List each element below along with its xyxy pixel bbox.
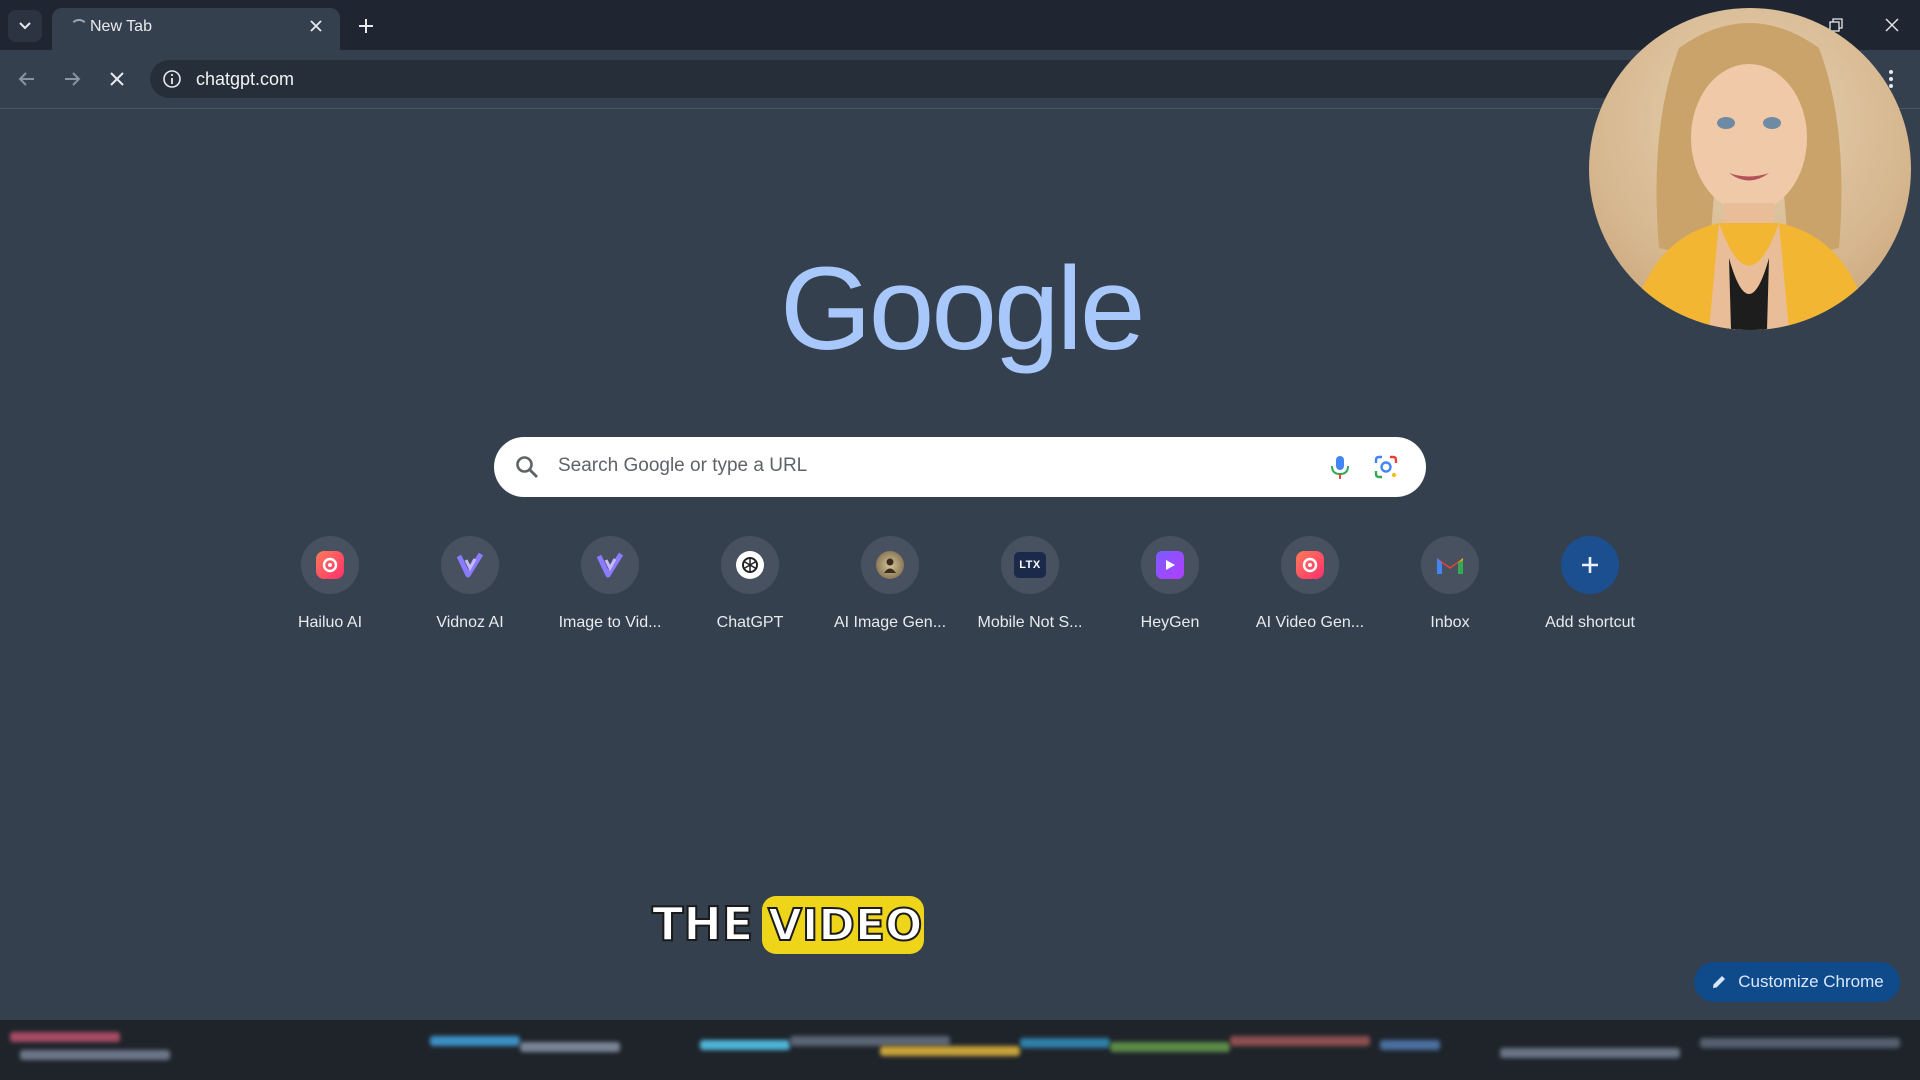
shortcut-label: Mobile Not S... (977, 614, 1083, 631)
shortcut-tile (1561, 536, 1619, 594)
ltx-icon: LTX (1014, 552, 1046, 578)
shortcut-label: ChatGPT (716, 614, 784, 631)
presenter-portrait (1629, 23, 1871, 330)
shortcut-tile (441, 536, 499, 594)
shortcut-add[interactable]: Add shortcut (1520, 536, 1660, 646)
watermark-video: VIDEO (768, 900, 922, 951)
shortcut-tile (301, 536, 359, 594)
shortcut-ai-image-gen[interactable]: AI Image Gen... (820, 536, 960, 646)
shortcut-label: Hailuo AI (297, 614, 363, 631)
shortcut-ai-video-gen[interactable]: AI Video Gen... (1240, 536, 1380, 646)
shortcut-mobile-not-supported[interactable]: LTX Mobile Not S... (960, 536, 1100, 646)
ai-image-gen-icon (876, 551, 904, 579)
shortcut-inbox[interactable]: Inbox (1380, 536, 1520, 646)
shortcut-tile (1281, 536, 1339, 594)
close-icon (1885, 18, 1899, 32)
tab-new-tab[interactable]: New Tab (52, 8, 340, 50)
shortcuts-grid: Hailuo AI Vidnoz AI Image to Vid... Chat… (260, 536, 1660, 646)
stop-loading-button[interactable] (100, 62, 134, 96)
new-tab-button[interactable] (352, 12, 380, 40)
shortcut-label: Inbox (1430, 614, 1470, 631)
microphone-icon[interactable] (1326, 453, 1354, 481)
arrow-left-icon (18, 72, 34, 86)
shortcut-tile (1421, 536, 1479, 594)
shortcut-tile (1141, 536, 1199, 594)
tab-strip: New Tab (0, 0, 1920, 50)
shortcut-label: Image to Vid... (558, 614, 662, 631)
hailuo-icon (1296, 551, 1324, 579)
close-icon (310, 20, 322, 32)
plus-icon (359, 19, 373, 33)
shortcut-tile (581, 536, 639, 594)
shortcut-heygen[interactable]: HeyGen (1100, 536, 1240, 646)
blurred-taskbar (0, 1020, 1920, 1080)
arrow-right-icon (65, 72, 81, 86)
close-icon (110, 72, 124, 86)
address-bar[interactable]: chatgpt.com (150, 60, 1730, 98)
info-icon (163, 70, 181, 88)
shortcut-hailuo-ai[interactable]: Hailuo AI (260, 536, 400, 646)
webcam-overlay (1589, 8, 1911, 330)
back-button[interactable] (10, 62, 44, 96)
google-logo: Google (780, 243, 1146, 375)
tab-title: New Tab (90, 18, 152, 35)
shortcut-label: AI Video Gen... (1255, 614, 1365, 631)
search-icon (516, 456, 538, 478)
shortcut-vidnoz-ai[interactable]: Vidnoz AI (400, 536, 540, 646)
kebab-menu-icon (1889, 70, 1893, 88)
customize-chrome-label: Customize Chrome (1738, 972, 1884, 991)
shortcut-tile (861, 536, 919, 594)
shortcut-tile: LTX (1001, 536, 1059, 594)
plus-icon (1582, 557, 1598, 573)
search-placeholder: Search Google or type a URL (558, 455, 808, 476)
shortcut-image-to-video[interactable]: Image to Vid... (540, 536, 680, 646)
shortcut-label: AI Image Gen... (833, 614, 947, 631)
heygen-play-icon (1156, 551, 1184, 579)
url-text[interactable]: chatgpt.com (196, 69, 294, 90)
loading-spinner-icon (70, 19, 88, 37)
site-info-button[interactable] (160, 67, 184, 91)
shortcut-label: HeyGen (1140, 614, 1200, 631)
hailuo-icon (316, 551, 344, 579)
the-video-watermark: THE VIDEO (651, 896, 924, 954)
tab-search-button[interactable] (8, 10, 42, 42)
close-window-button[interactable] (1864, 0, 1920, 50)
openai-icon (736, 551, 764, 579)
pencil-icon (1713, 976, 1726, 988)
forward-button[interactable] (55, 62, 89, 96)
watermark-the: THE (652, 897, 753, 951)
customize-chrome-button[interactable]: Customize Chrome (1694, 962, 1900, 1002)
shortcut-label: Vidnoz AI (436, 614, 504, 631)
shortcut-label: Add shortcut (1545, 614, 1635, 631)
shortcut-chatgpt[interactable]: ChatGPT (680, 536, 820, 646)
chevron-down-icon (19, 22, 31, 30)
tab-close-button[interactable] (306, 16, 326, 36)
shortcut-tile (721, 536, 779, 594)
google-lens-icon[interactable] (1372, 453, 1400, 481)
vidnoz-icon (456, 552, 484, 578)
ntp-search-box[interactable]: Search Google or type a URL (494, 437, 1426, 497)
gmail-icon (1437, 558, 1463, 574)
vidnoz-icon (596, 552, 624, 578)
